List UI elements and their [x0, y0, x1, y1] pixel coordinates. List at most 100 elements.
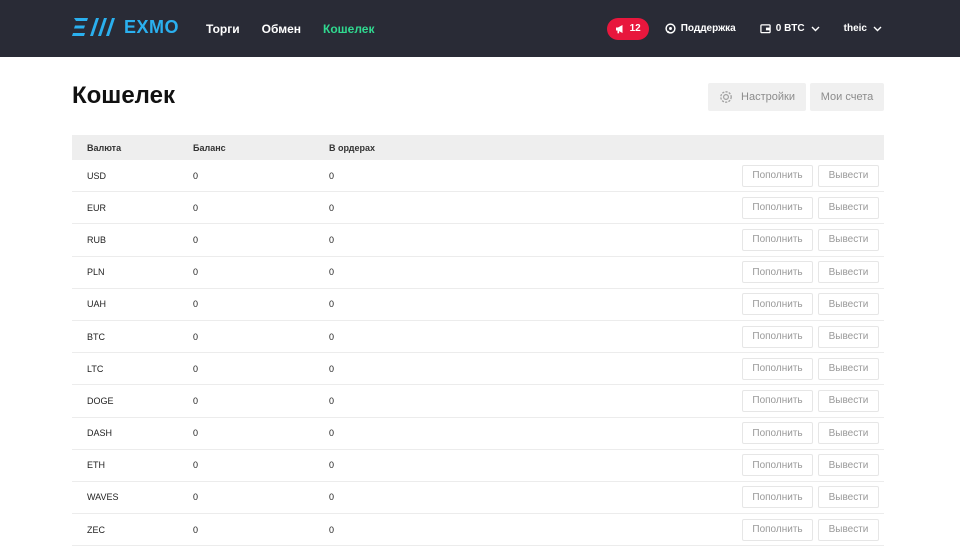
support-link[interactable]: Поддержка	[665, 23, 736, 34]
balance-cell: 0	[193, 234, 199, 245]
deposit-button[interactable]: Пополнить	[742, 357, 813, 380]
balance-cell: 0	[193, 267, 199, 278]
chevron-down-icon	[811, 26, 820, 31]
in-orders-cell: 0	[329, 299, 335, 310]
balance-cell: 0	[193, 363, 199, 374]
megaphone-icon	[615, 24, 623, 33]
deposit-button[interactable]: Пополнить	[742, 389, 813, 412]
balance-cell: 0	[193, 524, 199, 535]
deposit-button[interactable]: Пополнить	[742, 486, 813, 509]
deposit-button[interactable]: Пополнить	[742, 261, 813, 284]
balance-cell: 0	[193, 428, 199, 439]
withdraw-button[interactable]: Вывести	[818, 164, 879, 187]
row-actions: Пополнить Вывести	[469, 486, 884, 509]
my-accounts-button[interactable]: Мои счета	[810, 83, 884, 111]
row-actions: Пополнить Вывести	[469, 196, 884, 219]
row-actions: Пополнить Вывести	[469, 164, 884, 187]
gear-icon	[720, 91, 732, 103]
row-actions: Пополнить Вывести	[469, 454, 884, 477]
notifications-button[interactable]: 12	[606, 17, 649, 40]
deposit-button[interactable]: Пополнить	[742, 196, 813, 219]
deposit-button[interactable]: Пополнить	[742, 164, 813, 187]
currency-cell: LTC	[87, 363, 104, 374]
deposit-button[interactable]: Пополнить	[742, 293, 813, 316]
wallet-table: Валюта Баланс В ордерах USD 0 0 Пополнить Вы…	[72, 135, 884, 546]
deposit-button[interactable]: Пополнить	[742, 325, 813, 348]
balance-dropdown[interactable]: 0 BTC	[760, 23, 820, 34]
currency-cell: RUB	[87, 234, 107, 245]
balance-cell: 0	[193, 331, 199, 342]
table-row: ETH 0 0 Пополнить Вывести	[72, 450, 884, 482]
withdraw-button[interactable]: Вывести	[818, 389, 879, 412]
table-row: EUR 0 0 Пополнить Вывести	[72, 192, 884, 225]
in-orders-cell: 0	[329, 524, 335, 535]
balance-label: 0 BTC	[775, 23, 805, 34]
table-row: WAVES 0 0 Пополнить Вывести	[72, 482, 884, 515]
withdraw-button[interactable]: Вывести	[818, 454, 879, 477]
currency-cell: DASH	[87, 428, 113, 439]
row-actions: Пополнить Вывести	[469, 325, 884, 348]
deposit-button[interactable]: Пополнить	[742, 228, 813, 251]
column-header-balance: Баланс	[193, 142, 226, 153]
main-nav: Торги Обмен Кошелек	[206, 0, 396, 57]
withdraw-button[interactable]: Вывести	[818, 325, 879, 348]
balance-cell: 0	[193, 460, 199, 471]
table-row: PLN 0 0 Пополнить Вывести	[72, 257, 884, 289]
nav-item-exchange[interactable]: Обмен	[262, 22, 301, 36]
row-actions: Пополнить Вывести	[469, 228, 884, 251]
in-orders-cell: 0	[329, 460, 335, 471]
withdraw-button[interactable]: Вывести	[818, 196, 879, 219]
row-actions: Пополнить Вывести	[469, 422, 884, 445]
notifications-count: 12	[629, 23, 641, 34]
table-row: BTC 0 0 Пополнить Вывести	[72, 321, 884, 354]
table-row: USD 0 0 Пополнить Вывести	[72, 160, 884, 193]
support-label: Поддержка	[680, 23, 736, 34]
column-header-in-orders: В ордерах	[329, 142, 375, 153]
currency-cell: BTC	[87, 331, 105, 342]
deposit-button[interactable]: Пополнить	[742, 518, 813, 541]
withdraw-button[interactable]: Вывести	[818, 486, 879, 509]
support-chat-icon	[665, 23, 676, 34]
table-row: DOGE 0 0 Пополнить Вывести	[72, 385, 884, 418]
in-orders-cell: 0	[329, 395, 335, 406]
currency-cell: USD	[87, 170, 107, 181]
top-navigation-bar: EXMO Торги Обмен Кошелек 12 Поддержка 0 …	[0, 0, 960, 57]
nav-item-trading[interactable]: Торги	[206, 22, 240, 36]
table-header: Валюта Баланс В ордерах	[72, 135, 884, 160]
withdraw-button[interactable]: Вывести	[818, 228, 879, 251]
balance-cell: 0	[193, 202, 199, 213]
top-right-controls: 12 Поддержка 0 BTC theic	[606, 0, 882, 57]
row-actions: Пополнить Вывести	[469, 357, 884, 380]
currency-cell: DOGE	[87, 395, 114, 406]
column-header-currency: Валюта	[87, 142, 122, 153]
logo-text: EXMO	[124, 16, 180, 37]
in-orders-cell: 0	[329, 234, 335, 245]
table-row: UAH 0 0 Пополнить Вывести	[72, 289, 884, 321]
balance-cell: 0	[193, 170, 199, 181]
withdraw-button[interactable]: Вывести	[818, 293, 879, 316]
settings-label: Настройки	[741, 91, 795, 103]
withdraw-button[interactable]: Вывести	[818, 261, 879, 284]
balance-cell: 0	[193, 395, 199, 406]
row-actions: Пополнить Вывести	[469, 389, 884, 412]
deposit-button[interactable]: Пополнить	[742, 422, 813, 445]
user-menu[interactable]: theic	[844, 23, 882, 34]
currency-cell: UAH	[87, 299, 107, 310]
username: theic	[843, 23, 867, 34]
table-row: LTC 0 0 Пополнить Вывести	[72, 353, 884, 386]
withdraw-button[interactable]: Вывести	[818, 357, 879, 380]
withdraw-button[interactable]: Вывести	[818, 518, 879, 541]
settings-button[interactable]: Настройки	[708, 83, 806, 111]
in-orders-cell: 0	[329, 331, 335, 342]
logo[interactable]: EXMO	[72, 16, 179, 38]
in-orders-cell: 0	[329, 428, 335, 439]
in-orders-cell: 0	[329, 363, 335, 374]
deposit-button[interactable]: Пополнить	[742, 454, 813, 477]
nav-item-wallet[interactable]: Кошелек	[323, 22, 374, 36]
in-orders-cell: 0	[329, 492, 335, 503]
table-body: USD 0 0 Пополнить Вывести EUR 0 0 Пополнить Вывес…	[72, 160, 884, 546]
chevron-down-icon	[873, 26, 882, 31]
withdraw-button[interactable]: Вывести	[818, 422, 879, 445]
table-row: DASH 0 0 Пополнить Вывести	[72, 418, 884, 450]
wallet-icon	[760, 24, 771, 34]
